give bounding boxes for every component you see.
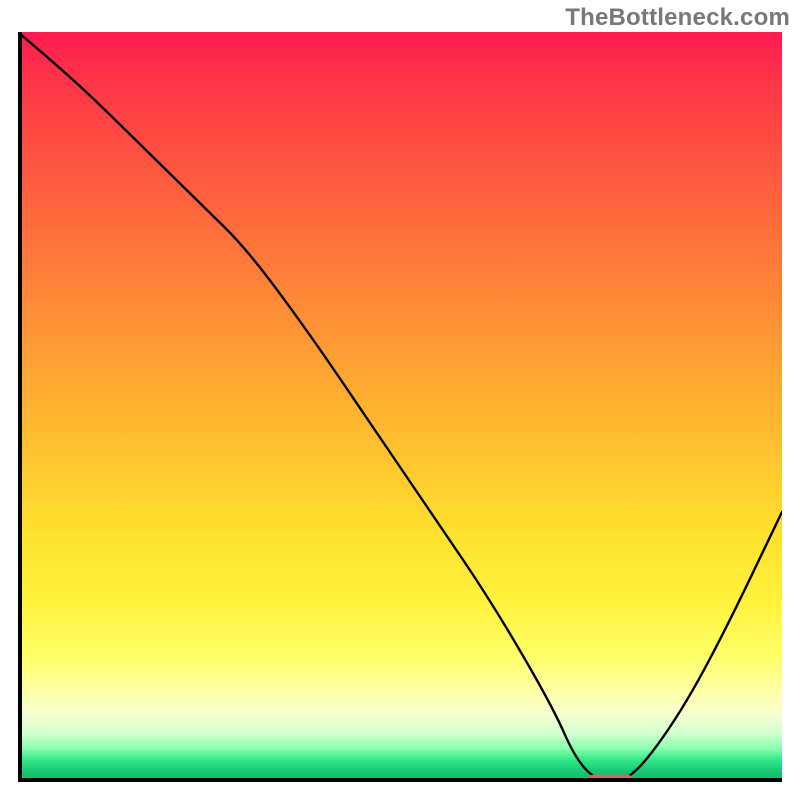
chart-container: TheBottleneck.com <box>0 0 800 800</box>
watermark-text: TheBottleneck.com <box>565 4 790 32</box>
plot-svg <box>18 32 782 782</box>
plot-frame <box>18 32 782 782</box>
optimum-marker <box>587 775 633 782</box>
bottleneck-curve <box>18 32 782 782</box>
